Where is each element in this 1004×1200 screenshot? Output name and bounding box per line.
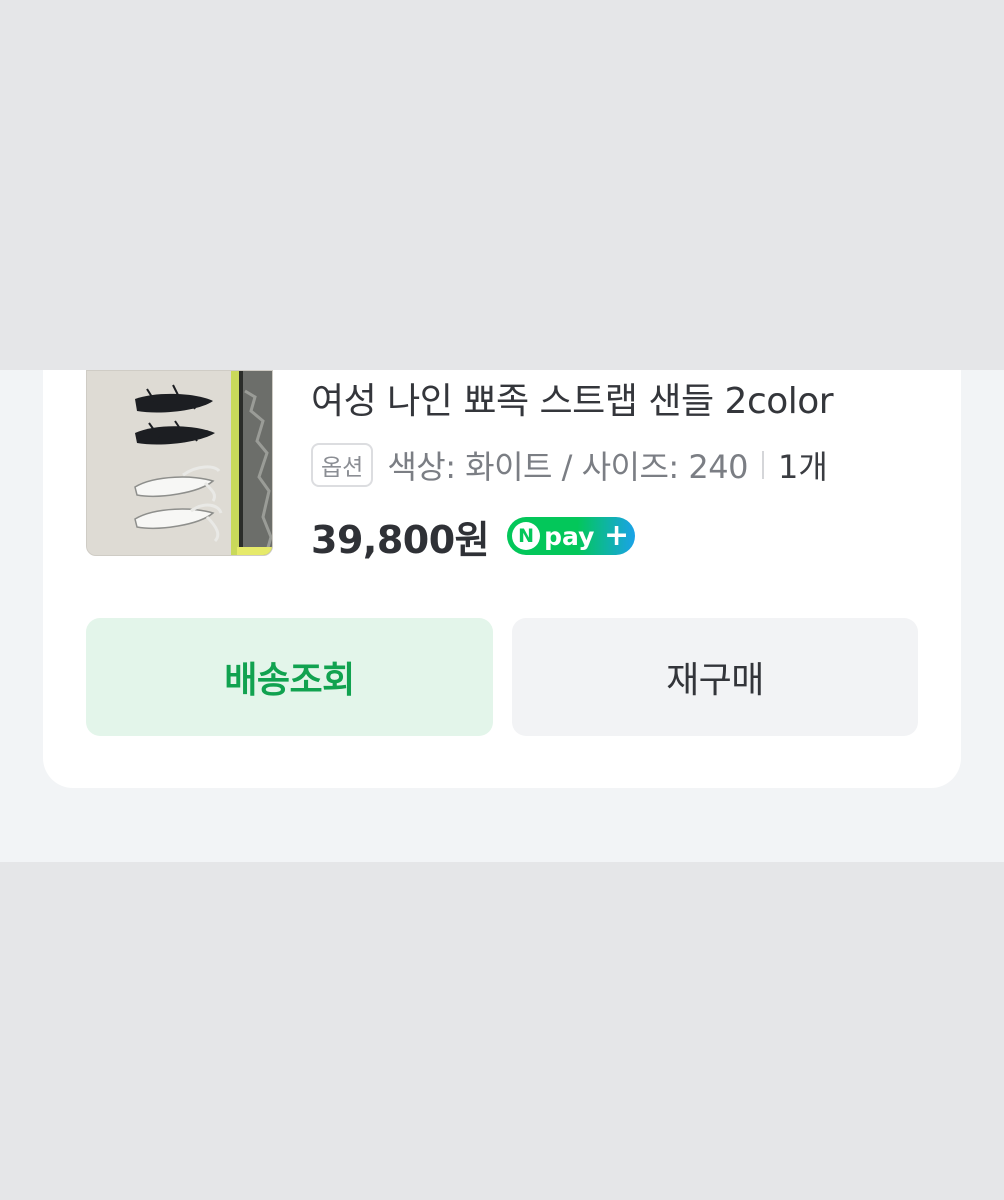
npay-word: pay xyxy=(544,521,595,551)
npay-n-icon: N xyxy=(512,522,541,550)
price-text: 39,800원 xyxy=(311,517,490,562)
plus-icon: + xyxy=(603,518,630,553)
product-title[interactable]: 여성 나인 뾰족 스트랩 샌들 2color xyxy=(311,380,834,424)
npay-plus-badge: N pay + xyxy=(507,517,636,555)
option-text: 색상: 화이트 / 사이즈: 240 xyxy=(387,448,748,486)
reorder-button[interactable]: 재구매 xyxy=(512,618,918,736)
option-row: 옵션 색상: 화이트 / 사이즈: 240 1개 xyxy=(311,442,828,488)
quantity-text: 1개 xyxy=(777,448,828,486)
option-divider xyxy=(761,451,764,479)
order-section-background: 여성 나인 뾰족 스트랩 샌들 2color 옵션 색상: 화이트 / 사이즈:… xyxy=(0,370,1004,862)
order-item-card: 여성 나인 뾰족 스트랩 샌들 2color 옵션 색상: 화이트 / 사이즈:… xyxy=(43,370,961,788)
product-thumbnail[interactable] xyxy=(86,370,273,556)
track-delivery-button[interactable]: 배송조회 xyxy=(86,618,493,736)
sandals-product-photo-icon xyxy=(87,371,272,555)
track-delivery-label: 배송조회 xyxy=(224,660,355,701)
reorder-label: 재구매 xyxy=(666,660,764,701)
price-row: 39,800원 N pay + xyxy=(311,510,636,562)
option-badge: 옵션 xyxy=(311,443,374,487)
